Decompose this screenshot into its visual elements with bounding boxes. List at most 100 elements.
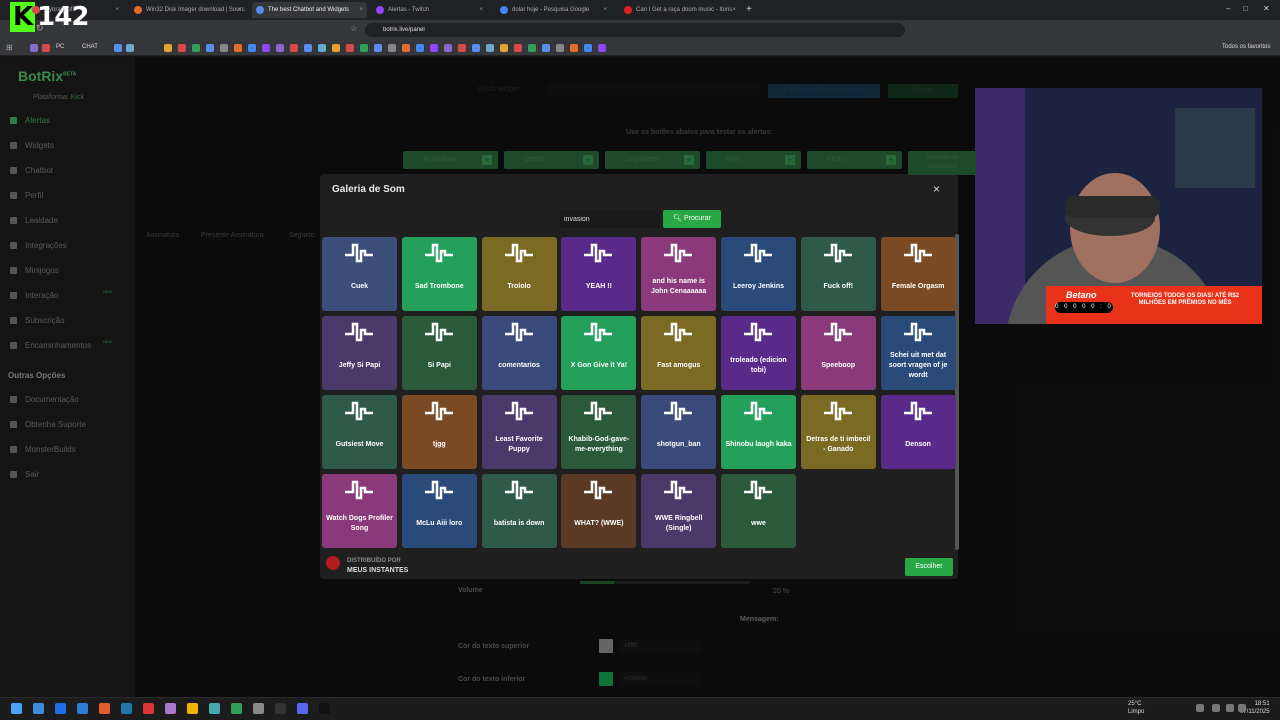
bookmark-icon[interactable] <box>178 44 186 52</box>
sound-tile[interactable]: X Gon Give it Ya! <box>561 316 637 390</box>
sound-tile[interactable]: YEAH !! <box>561 237 637 311</box>
browser-tab[interactable]: ...ybrary of t × <box>28 2 123 18</box>
sound-tile[interactable]: Detras de ti imbecil - Ganado <box>800 395 876 469</box>
bookmark-icon[interactable] <box>528 44 536 52</box>
bookmark-icon[interactable] <box>42 44 50 52</box>
bookmark-icon[interactable] <box>472 44 480 52</box>
sound-tile[interactable]: Fast amogus <box>641 316 717 390</box>
test-alert-button[interactable]: Seguidores + <box>605 151 700 169</box>
sound-tile[interactable]: Least Favorite Puppy <box>481 395 557 469</box>
botrix-logo[interactable]: BotRixBETA <box>18 68 76 84</box>
new-tab-icon[interactable]: + <box>746 4 752 15</box>
taskbar-app-icon[interactable] <box>275 703 286 714</box>
system-tray-icon[interactable] <box>1226 704 1234 712</box>
taskbar-app-icon[interactable] <box>209 703 220 714</box>
sound-tile[interactable]: Leeroy Jenkins <box>721 237 796 311</box>
sound-tile[interactable]: Cuek <box>322 237 397 311</box>
bookmark-icon[interactable] <box>360 44 368 52</box>
test-alert-button[interactable]: Oferta + <box>504 151 599 169</box>
sound-tile[interactable]: batista is down <box>481 474 557 548</box>
bookmark-star-icon[interactable]: ☆ <box>350 24 357 33</box>
sidebar-item-chatbot[interactable]: Chatbot <box>10 166 53 175</box>
sound-tile[interactable]: Gutsiest Move <box>322 395 397 469</box>
bookmark-chat[interactable]: CHAT <box>82 44 98 50</box>
taskbar-app-icon[interactable] <box>33 703 44 714</box>
sidebar-item-interacao[interactable]: Interação <box>10 291 58 300</box>
taskbar-app-icon[interactable] <box>231 703 242 714</box>
sidebar-item-encaminhamentos[interactable]: Encaminhamentos <box>10 341 91 350</box>
bookmark-icon[interactable] <box>514 44 522 52</box>
bookmark-icon[interactable] <box>388 44 396 52</box>
modal-scrollbar[interactable] <box>955 234 959 550</box>
test-alert-button[interactable]: Presente de Assinatura <box>908 151 976 175</box>
url-field[interactable]: botrix.live/panel <box>365 23 905 37</box>
taskbar-app-icon[interactable] <box>319 703 330 714</box>
bookmark-icon[interactable] <box>30 44 38 52</box>
test-alert-button[interactable]: KICKs + <box>807 151 902 169</box>
sound-tile[interactable]: Shinobu laugh kaka <box>721 395 796 469</box>
taskbar-app-icon[interactable] <box>55 703 66 714</box>
bookmark-icon[interactable] <box>444 44 452 52</box>
taskbar-app-icon[interactable] <box>143 703 154 714</box>
all-bookmarks[interactable]: Todos os favoritos <box>1222 44 1270 50</box>
sound-tile[interactable]: comentarios <box>481 316 557 390</box>
bookmark-icon[interactable] <box>248 44 256 52</box>
bookmark-icon[interactable] <box>598 44 606 52</box>
close-icon[interactable]: × <box>933 182 940 196</box>
sound-tile[interactable]: and his name is John Cenaaaaaa <box>641 237 717 311</box>
system-tray-icon[interactable] <box>1196 704 1204 712</box>
taskbar-app-icon[interactable] <box>297 703 308 714</box>
bookmark-icon[interactable] <box>164 44 172 52</box>
bookmark-icon[interactable] <box>220 44 228 52</box>
window-minimize-icon[interactable]: – <box>1226 4 1230 13</box>
sound-tile[interactable]: Sad Trombone <box>401 237 477 311</box>
sidebar-item-subscricao[interactable]: Subscrição <box>10 316 65 325</box>
bookmark-icon[interactable] <box>126 44 134 52</box>
taskbar-clock[interactable]: 18:51 07/11/2025 <box>1240 700 1270 716</box>
tab-close-icon[interactable]: × <box>603 2 607 18</box>
sidebar-item-alertas[interactable]: Alertas <box>10 116 50 125</box>
sidebar-other-1[interactable]: Obtenha Suporte <box>10 420 86 429</box>
taskbar-app-icon[interactable] <box>11 703 22 714</box>
browser-tab[interactable]: dolar hoje - Pesquisa Google × <box>496 2 611 18</box>
sound-tile[interactable]: Trololo <box>481 237 557 311</box>
bookmark-icon[interactable] <box>206 44 214 52</box>
browser-tab[interactable]: Can I Get a raça doom music - Itoris × <box>620 2 740 18</box>
sidebar-item-integracoes[interactable]: Integrações <box>10 241 67 250</box>
taskbar-app-icon[interactable] <box>165 703 176 714</box>
sound-tile[interactable]: McLu Aiii loro <box>401 474 477 548</box>
bookmark-icon[interactable] <box>430 44 438 52</box>
bookmark-icon[interactable] <box>114 44 122 52</box>
sidebar-item-widgets[interactable]: Widgets <box>10 141 54 150</box>
search-button[interactable]: 🔍︎ Procurar <box>663 210 721 228</box>
sound-tile[interactable]: tjgg <box>401 395 477 469</box>
bookmark-icon[interactable] <box>346 44 354 52</box>
sound-tile[interactable]: Si Papi <box>401 316 477 390</box>
sound-tile[interactable]: Female Orgasm <box>880 237 956 311</box>
bookmark-icon[interactable] <box>584 44 592 52</box>
test-alert-button[interactable]: Host + <box>706 151 801 169</box>
bookmark-icon[interactable] <box>500 44 508 52</box>
bookmark-icon[interactable] <box>416 44 424 52</box>
bookmark-icon[interactable] <box>402 44 410 52</box>
bookmark-icon[interactable] <box>234 44 242 52</box>
browser-tab[interactable]: Alertas - Twitch × <box>372 2 487 18</box>
sound-tile[interactable]: Watch Dogs Profiler Song <box>322 474 397 548</box>
window-maximize-icon[interactable]: □ <box>1243 4 1248 13</box>
system-tray-icon[interactable] <box>1212 704 1220 712</box>
taskbar-app-icon[interactable] <box>253 703 264 714</box>
tab-close-icon[interactable]: × <box>115 2 119 18</box>
system-tray-icon[interactable] <box>1238 704 1246 712</box>
sound-tile[interactable]: shotgun_ban <box>641 395 717 469</box>
apps-icon[interactable]: ⊞ <box>6 43 13 52</box>
sound-search-input[interactable] <box>560 210 660 228</box>
bookmark-icon[interactable] <box>486 44 494 52</box>
browser-tab[interactable]: Win32 Disk Imager download | Sourc × <box>130 2 245 18</box>
sound-tile[interactable]: troleado (edicion tobi) <box>721 316 796 390</box>
sound-tile[interactable]: wwe <box>721 474 796 548</box>
sidebar-item-perfil[interactable]: Perfil <box>10 191 43 200</box>
sound-tile[interactable]: Denson <box>880 395 956 469</box>
bookmark-pc[interactable]: PC <box>56 44 64 50</box>
bookmark-icon[interactable] <box>318 44 326 52</box>
sound-tile[interactable]: Schei uit met dat soort vragen of je wor… <box>880 316 956 390</box>
